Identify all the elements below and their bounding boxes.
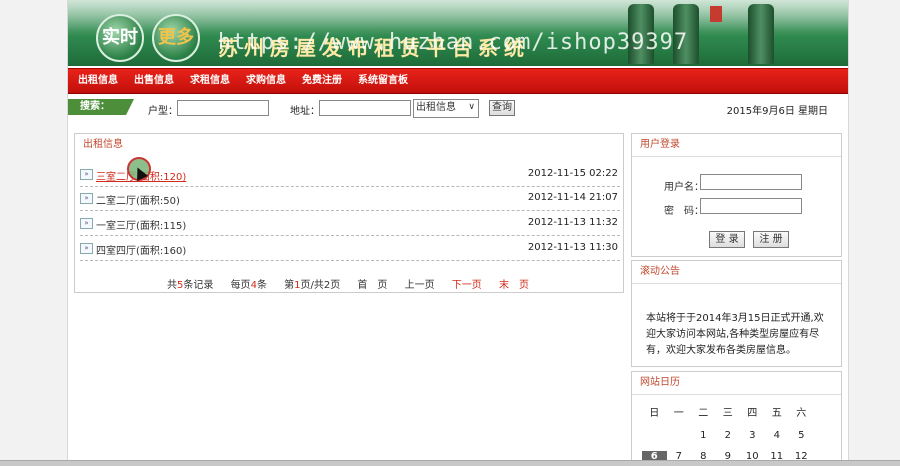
list-item[interactable]: » 四室四厅(面积:160) 2012-11-13 11:30 (80, 236, 620, 261)
banner-decoration (710, 6, 722, 22)
login-panel: 用户登录 用户名： 密 码： 登 录 注 册 (631, 133, 842, 257)
list-item-time: 2012-11-15 02:22 (527, 168, 618, 179)
address-label: 地址： (290, 106, 320, 117)
list-item-time: 2012-11-13 11:30 (527, 242, 618, 253)
banner-bubble-more: 更多 (152, 14, 200, 62)
category-select-value: 出租信息 (416, 102, 456, 113)
nav-guestbook[interactable]: 系统留言板 (350, 69, 416, 93)
next-page-link[interactable]: 下一页 (452, 280, 482, 291)
calendar-title: 网站日历 (632, 372, 841, 395)
calendar-day[interactable]: 4 (765, 430, 790, 441)
category-select[interactable]: 出租信息 ∨ (413, 99, 479, 118)
weekday: 五 (771, 408, 782, 419)
watermark-text: https://www.huzhan.com/ishop39397 (218, 30, 689, 55)
list-item[interactable]: » 一室三厅(面积:115) 2012-11-13 11:32 (80, 211, 620, 236)
rental-list-panel: 出租信息 » 三室二厅(面积:120) 2012-11-15 02:22 » 二… (74, 133, 624, 293)
list-item-title[interactable]: 四室四厅(面积:160) (96, 242, 186, 257)
password-label: 密 码： (664, 206, 704, 217)
list-item-title[interactable]: 一室三厅(面积:115) (96, 217, 186, 232)
register-button[interactable]: 注 册 (753, 231, 789, 248)
room-type-label: 户型： (148, 106, 178, 117)
weekday: 四 (747, 408, 758, 419)
rental-list-title: 出租信息 (83, 139, 123, 150)
notice-title: 滚动公告 (632, 261, 841, 284)
per-page: 每页4条 (230, 280, 267, 291)
last-page-link[interactable]: 末 页 (499, 280, 529, 291)
weekday: 三 (722, 408, 733, 419)
calendar-day[interactable]: 3 (740, 430, 765, 441)
password-input[interactable] (700, 198, 802, 214)
main-nav: 出租信息 出售信息 求租信息 求购信息 免费注册 系统留言板 (68, 68, 848, 94)
pagination: 共5条记录 每页4条 第1页/共2页 首 页 上一页 下一页 末 页 (75, 276, 621, 291)
login-button[interactable]: 登 录 (709, 231, 745, 248)
weekday: 六 (796, 408, 807, 419)
prev-page-link[interactable]: 上一页 (405, 280, 435, 291)
current-date: 2015年9月6日 星期日 (726, 106, 828, 117)
nav-register[interactable]: 免费注册 (294, 69, 350, 93)
room-type-input[interactable] (177, 100, 269, 116)
address-input[interactable] (319, 100, 411, 116)
calendar-week: 12345 (642, 430, 814, 441)
notice-text: 本站将于于2014年3月15日正式开通,欢迎大家访问本网站,各种类型房屋应有尽有… (646, 313, 824, 356)
notice-panel: 滚动公告 本站将于于2014年3月15日正式开通,欢迎大家访问本网站,各种类型房… (631, 260, 842, 367)
username-input[interactable] (700, 174, 802, 190)
banner-bubble-realtime: 实时 (96, 14, 144, 62)
username-label: 用户名： (664, 182, 704, 193)
double-arrow-icon: » (80, 218, 93, 229)
double-arrow-icon: » (80, 169, 93, 180)
calendar-day[interactable]: 1 (691, 430, 716, 441)
nav-seek-buy[interactable]: 求购信息 (238, 69, 294, 93)
first-page-link[interactable]: 首 页 (357, 280, 387, 291)
login-title: 用户登录 (632, 134, 841, 157)
page: 实时 更多 苏州房屋发布租赁平台系统 https://www.huzhan.co… (67, 0, 849, 465)
weekday: 一 (673, 408, 684, 419)
list-item[interactable]: » 三室二厅(面积:120) 2012-11-15 02:22 (80, 162, 620, 187)
query-button[interactable]: 查询 (489, 100, 515, 116)
double-arrow-icon: » (80, 193, 93, 204)
list-item-time: 2012-11-14 21:07 (527, 192, 618, 203)
page-indicator: 第1页/共2页 (284, 280, 341, 291)
search-bar: 搜索： 户型： 地址： 出租信息 ∨ 查询 2015年9月6日 星期日 (68, 94, 848, 122)
nav-sale-info[interactable]: 出售信息 (126, 69, 182, 93)
list-item[interactable]: » 二室二厅(面积:50) 2012-11-14 21:07 (80, 186, 620, 211)
search-tag: 搜索： (68, 99, 134, 115)
site-banner: 实时 更多 苏州房屋发布租赁平台系统 https://www.huzhan.co… (68, 0, 848, 66)
double-arrow-icon: » (80, 243, 93, 254)
calendar-day[interactable]: 5 (789, 430, 814, 441)
weekday: 日 (649, 408, 660, 419)
list-item-title[interactable]: 二室二厅(面积:50) (96, 192, 180, 207)
calendar-weekdays: 日一二三四五六 (642, 404, 814, 419)
chevron-down-icon: ∨ (468, 102, 475, 112)
nav-seek-rent[interactable]: 求租信息 (182, 69, 238, 93)
weekday: 二 (698, 408, 709, 419)
taskbar (0, 460, 900, 466)
nav-rent-info[interactable]: 出租信息 (68, 69, 126, 93)
total-records: 共5条记录 (167, 280, 214, 291)
list-item-time: 2012-11-13 11:32 (527, 217, 618, 228)
calendar-day[interactable]: 2 (716, 430, 741, 441)
banner-decoration (748, 4, 774, 64)
calendar-panel: 网站日历 日一二三四五六 12345 6 7 8 9 10 11 12 (631, 371, 842, 465)
